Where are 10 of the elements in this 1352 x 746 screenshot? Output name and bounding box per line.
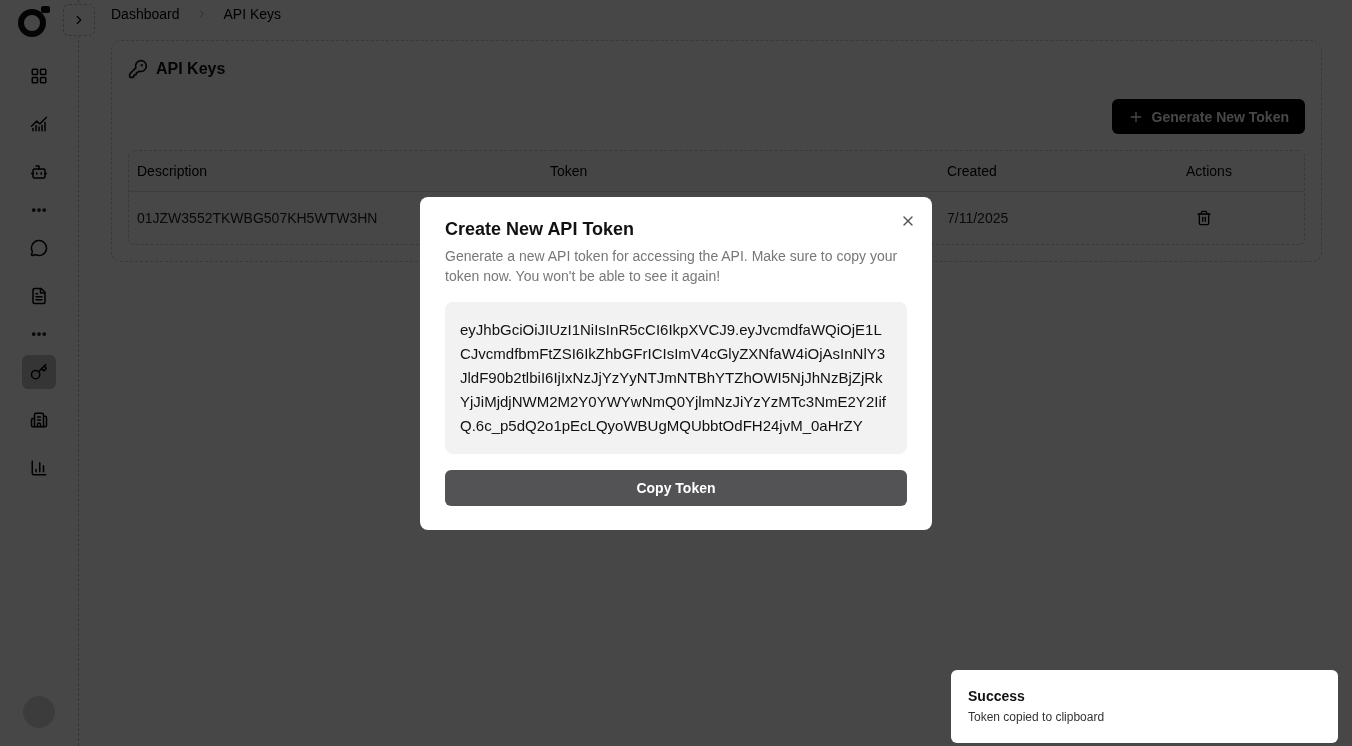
- table-cell: 7/11/2025: [947, 210, 1009, 226]
- toast-title: Success: [968, 688, 1026, 704]
- card-title: API Keys: [156, 60, 226, 78]
- toast-message: Token copied to clipboard: [968, 710, 1106, 724]
- breadcrumb-item: API Keys: [223, 6, 282, 22]
- copy-token-button[interactable]: Copy Token: [445, 470, 907, 506]
- dialog-description: Generate a new API token for accessing the API. Make sure to copy your token now. You won't be able to see it again!: [445, 247, 899, 286]
- token-text: eyJhbGciOiJIUzI1NiIsInR5cCI6IkpXVCJ9.eyJvcmdfaWQiOjE1LCJvcmdfbmFtZSI6IkZhbGFrICIsImV4cGlyZXNfaW4iOjAsInNlY3JldF90b2tlbiI6IjIxNzJjYzYyNTJmNTBhYTZhOWI5NjJhNzBjZjRkYjJiMjdjNWM2M2Y0YWYwNmQ0YjlmNzJiYzYzMTc3NmE2Y2IifQ.6c_p5dQ2o1pEcLQyoWBUgMQUbbtOdFH24jvM_0aHrZY: [445, 302, 907, 454]
- table-cell: 01JZW3552TKWBG507KH5WTW3HN: [137, 210, 378, 226]
- dialog-title: Create New API Token: [445, 219, 636, 240]
